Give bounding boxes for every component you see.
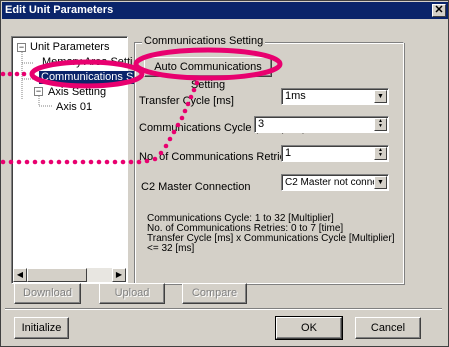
- tree-connector-lines: [21, 52, 33, 100]
- transfer-cycle-select[interactable]: 1ms ▼: [281, 88, 389, 105]
- auto-communications-setting-button[interactable]: Auto Communications Setting: [144, 57, 272, 91]
- comm-cycle-input[interactable]: 3 ▲ ▼: [254, 116, 389, 133]
- retries-input[interactable]: 1 ▲ ▼: [281, 145, 389, 162]
- transfer-cycle-label: Transfer Cycle [ms]: [139, 95, 234, 107]
- collapse-icon[interactable]: −: [34, 87, 43, 96]
- group-title: Communications Setting: [142, 35, 266, 47]
- scroll-left-icon[interactable]: ◀: [13, 268, 27, 282]
- scroll-right-icon[interactable]: ▶: [112, 268, 126, 282]
- separator: [5, 308, 442, 310]
- collapse-icon[interactable]: −: [17, 43, 26, 52]
- upload-button[interactable]: Upload: [99, 283, 165, 304]
- transfer-cycle-value: 1ms: [285, 90, 306, 102]
- spinner-icon[interactable]: ▲ ▼: [374, 147, 387, 160]
- tree-item-memory-area[interactable]: Memory Area Setti: [42, 56, 132, 69]
- c2-master-label: C2 Master Connection: [141, 181, 251, 193]
- c2-master-value: C2 Master not connec: [285, 177, 383, 188]
- tree-item-communications[interactable]: Communications S: [39, 71, 136, 84]
- compare-button[interactable]: Compare: [182, 283, 247, 304]
- download-button[interactable]: Download: [14, 283, 81, 304]
- ok-button[interactable]: OK: [276, 317, 342, 339]
- spinner-icon[interactable]: ▲ ▼: [374, 118, 387, 131]
- initialize-button[interactable]: Initialize: [14, 317, 69, 339]
- retries-label: No. of Communications Retries: [139, 151, 292, 163]
- chevron-down-icon[interactable]: ▼: [374, 176, 387, 189]
- tree-item-axis-01[interactable]: Axis 01: [56, 101, 92, 114]
- comm-cycle-value: 3: [258, 118, 265, 130]
- scroll-thumb[interactable]: [27, 268, 87, 282]
- cancel-button[interactable]: Cancel: [355, 317, 421, 339]
- tree-item-unit-parameters[interactable]: Unit Parameters: [30, 41, 109, 54]
- window-title: Edit Unit Parameters: [5, 4, 114, 16]
- close-icon[interactable]: ✕: [432, 4, 446, 17]
- retries-value: 1: [285, 147, 292, 159]
- range-notes: Communications Cycle: 1 to 32 [Multiplie…: [147, 214, 397, 254]
- parameter-tree[interactable]: − Unit Parameters Memory Area Setti Comm…: [11, 36, 136, 284]
- chevron-down-icon[interactable]: ▼: [374, 90, 387, 103]
- title-bar: Edit Unit Parameters ✕: [2, 2, 448, 19]
- c2-master-select[interactable]: C2 Master not connec ▼: [281, 174, 389, 191]
- tree-horizontal-scrollbar[interactable]: ◀ ▶: [13, 268, 126, 282]
- note-line: <= 32 [ms]: [147, 243, 195, 254]
- tree-item-axis-setting[interactable]: Axis Setting: [48, 86, 106, 99]
